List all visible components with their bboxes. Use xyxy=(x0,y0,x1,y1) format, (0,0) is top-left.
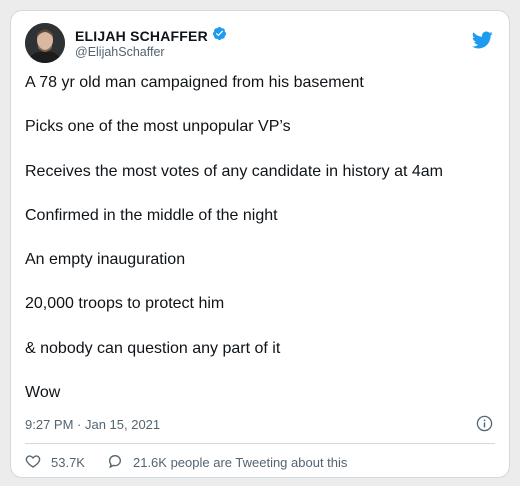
tweet-line: An empty inauguration xyxy=(25,251,186,269)
tweet-actions: 53.7K 21.6K people are Tweeting about th… xyxy=(25,451,495,473)
display-name[interactable]: ELIJAH SCHAFFER xyxy=(75,28,208,44)
tweet-line: A 78 yr old man campaigned from his base… xyxy=(25,74,364,91)
tweet-line: Wow xyxy=(25,384,61,402)
tweet-card: ELIJAH SCHAFFER @ElijahSchaffer A 78 yr … xyxy=(10,10,510,478)
timestamp-row: 9:27 PM · Jan 15, 2021 xyxy=(25,415,495,433)
timestamp[interactable]: 9:27 PM · Jan 15, 2021 xyxy=(25,417,160,432)
tweeting-about-text: 21.6K people are Tweeting about this xyxy=(132,454,348,470)
tweet-line: & nobody can question any part of it xyxy=(25,339,281,357)
tweet-body: A 78 yr old man campaigned from his base… xyxy=(25,73,495,427)
tweet-header: ELIJAH SCHAFFER @ElijahSchaffer xyxy=(25,23,495,71)
speech-bubble-icon xyxy=(107,453,133,472)
name-row: ELIJAH SCHAFFER xyxy=(75,26,227,46)
tweet-line: Picks one of the most unpopular VP’s xyxy=(25,118,291,136)
handle[interactable]: @ElijahSchaffer xyxy=(75,45,165,59)
like-button[interactable]: 53.7K xyxy=(25,453,85,472)
avatar[interactable] xyxy=(25,23,65,63)
divider xyxy=(25,443,495,444)
like-count: 53.7K xyxy=(51,454,85,470)
heart-icon xyxy=(25,453,51,472)
tweet-line: Receives the most votes of any candidate… xyxy=(25,162,443,180)
verified-badge-icon xyxy=(208,26,227,46)
conversation-link[interactable]: 21.6K people are Tweeting about this xyxy=(107,453,347,472)
tweet-line: Confirmed in the middle of the night xyxy=(25,206,278,224)
tweet-line: 20,000 troops to protect him xyxy=(25,295,225,313)
